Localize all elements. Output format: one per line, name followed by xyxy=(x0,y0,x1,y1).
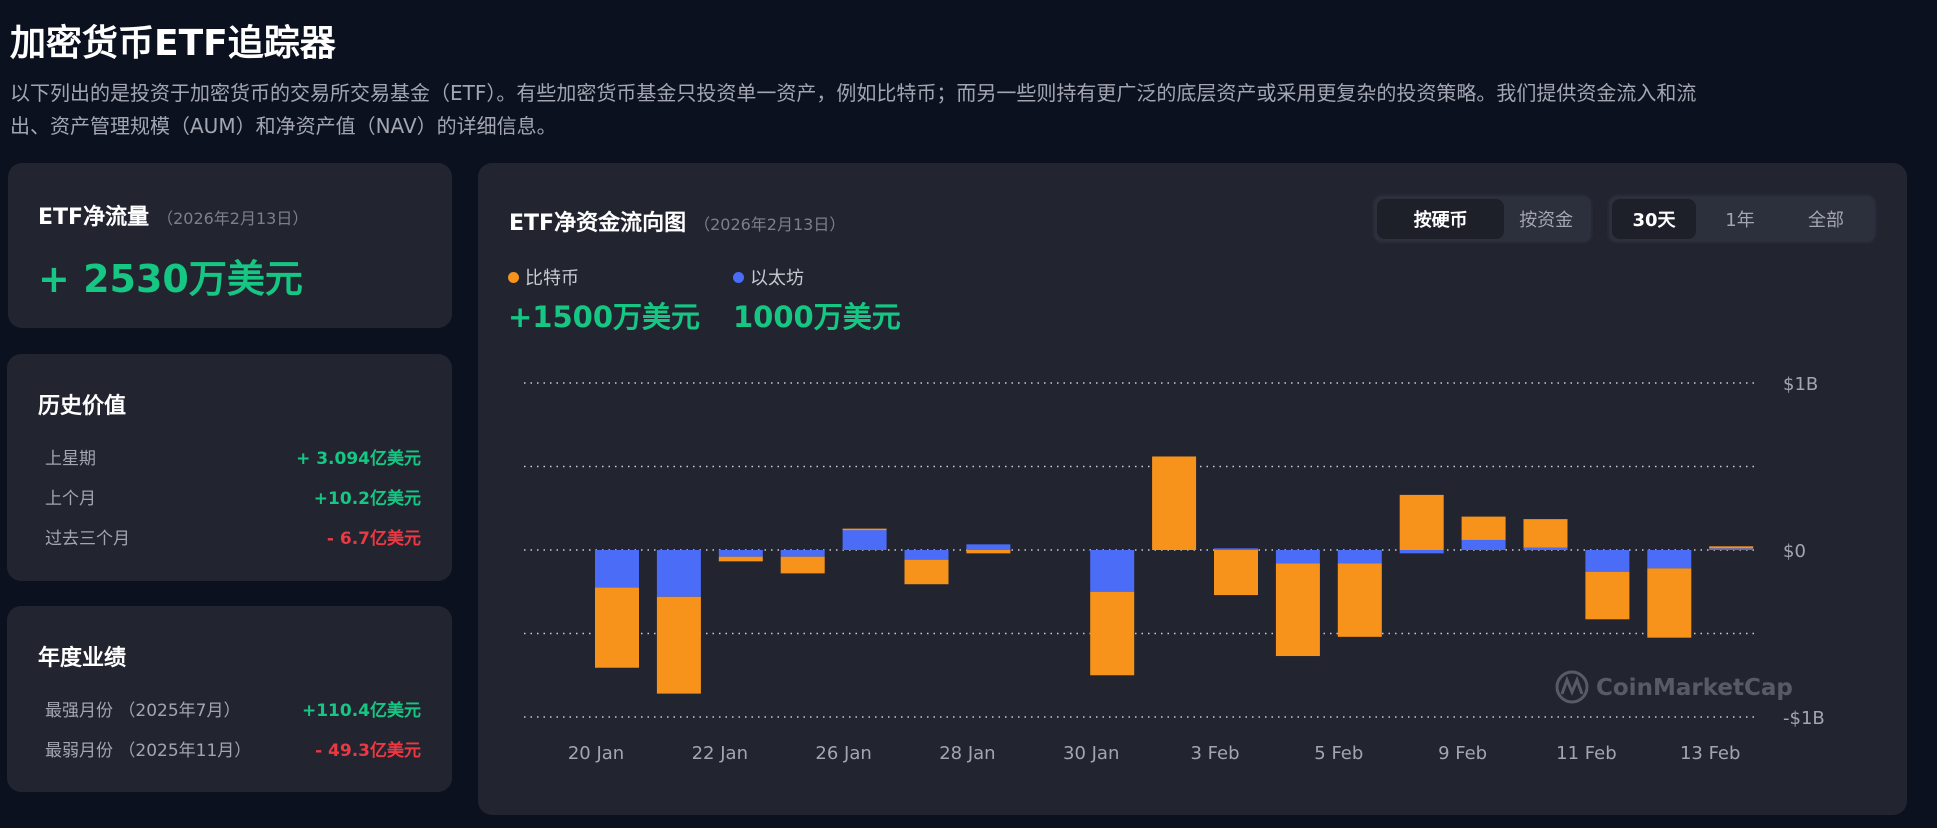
btc-bar-segment xyxy=(656,596,701,694)
eth-bar-segment xyxy=(1090,550,1135,592)
x-tick-label: 28 Jan xyxy=(939,743,995,764)
btc-bar-segment xyxy=(1214,550,1258,596)
btc-bar-segment xyxy=(595,587,639,668)
eth-bar-segment xyxy=(1585,550,1630,572)
eth-bar-segment xyxy=(718,550,763,557)
coinmarketcap-logo-mark xyxy=(1560,675,1584,696)
eth-bar-segment xyxy=(1214,548,1258,550)
coinmarketcap-logo-icon xyxy=(1555,670,1589,704)
net-flow-bar-chart: CoinMarketCap $1B $0 -$1B 20 Jan 22 Jan 26 Ja… xyxy=(524,374,1825,764)
eth-bar-segment xyxy=(1709,548,1754,550)
eth-bar-segment xyxy=(1647,550,1692,569)
btc-bar-segment xyxy=(1152,456,1197,550)
btc-bar-segment xyxy=(1090,591,1135,676)
btc-bar-segment xyxy=(966,550,1011,554)
x-tick-label: 9 Feb xyxy=(1438,743,1487,764)
watermark-text: CoinMarketCap xyxy=(1596,675,1793,701)
x-tick-label: 22 Jan xyxy=(692,743,748,764)
y-tick-label: $0 xyxy=(1783,541,1806,562)
btc-bar-segment xyxy=(1337,563,1382,637)
btc-bar-segment xyxy=(904,559,949,585)
coinmarketcap-watermark: CoinMarketCap xyxy=(1555,670,1793,704)
btc-bar-segment xyxy=(1399,494,1444,550)
btc-bar-segment xyxy=(1275,563,1320,657)
btc-bar-segment xyxy=(1647,568,1692,638)
eth-bar-segment xyxy=(904,550,949,560)
x-tick-label: 30 Jan xyxy=(1063,743,1119,764)
eth-bar-segment xyxy=(1337,550,1382,564)
eth-bar-segment xyxy=(1399,550,1444,554)
x-tick-label: 5 Feb xyxy=(1314,743,1363,764)
eth-bar-segment xyxy=(595,550,639,588)
x-tick-label: 3 Feb xyxy=(1190,743,1239,764)
btc-bar-segment xyxy=(1461,516,1506,540)
y-tick-label: -$1B xyxy=(1783,708,1825,729)
eth-bar-segment xyxy=(1461,539,1506,550)
btc-bar-segment xyxy=(1585,571,1630,620)
btc-bar-segment xyxy=(718,556,763,562)
btc-bar-segment xyxy=(1709,546,1754,549)
eth-bar-segment xyxy=(1275,550,1320,564)
eth-bar-segment xyxy=(656,550,701,597)
x-tick-label: 26 Jan xyxy=(815,743,871,764)
y-tick-label: $1B xyxy=(1783,374,1818,395)
eth-bar-segment xyxy=(780,550,825,557)
x-tick-label: 11 Feb xyxy=(1556,743,1617,764)
x-tick-label: 13 Feb xyxy=(1680,743,1741,764)
btc-bar-segment xyxy=(842,528,887,531)
btc-bar-segment xyxy=(780,556,825,574)
eth-bar-segment xyxy=(966,544,1011,550)
eth-bar-segment xyxy=(1523,547,1568,550)
x-tick-label: 20 Jan xyxy=(568,743,624,764)
eth-bar-segment xyxy=(842,529,887,550)
btc-bar-segment xyxy=(1523,519,1568,548)
